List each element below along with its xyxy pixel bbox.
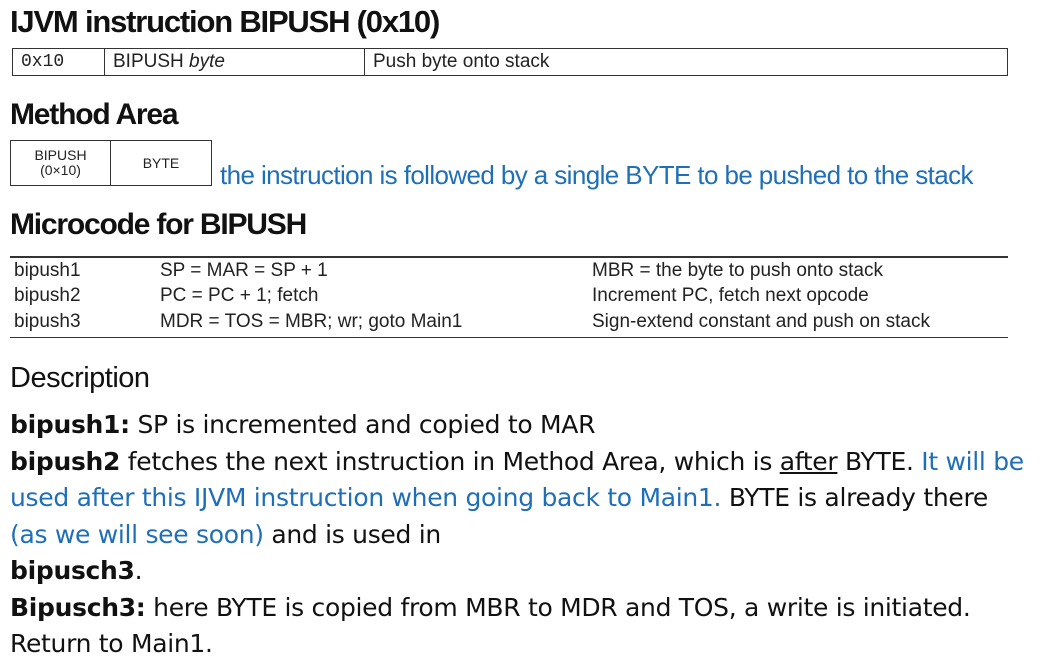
description-text: and is used in — [263, 519, 441, 549]
microcode-comment: Sign-extend constant and push on stack — [592, 311, 931, 332]
page-title: IJVM instruction BIPUSH (0x10) — [10, 4, 440, 39]
description-paragraph-1: bipush1: SP is incremented and copied to… — [10, 407, 1030, 444]
description-text: BYTE is already there — [721, 483, 988, 512]
description-text: . — [134, 556, 143, 585]
method-area-opcode-cell: BIPUSH (0×10) — [11, 141, 111, 185]
method-area-byte-cell: BYTE — [111, 141, 211, 185]
description-paragraph-3: Bipusch3: here BYTE is copied from MBR t… — [10, 590, 1030, 663]
description-text: BYTE. — [837, 446, 922, 476]
mnemonic: BIPUSH — [113, 51, 184, 72]
microcode-bottom-rule — [10, 337, 1008, 338]
microcode-heading: Microcode for BIPUSH — [10, 208, 307, 241]
step-label: bipush1: — [10, 410, 130, 439]
microcode-label: bipush2 — [14, 285, 81, 306]
description-text: fetches the next instruction in Method A… — [120, 446, 780, 476]
method-area-byte-label: BYTE — [142, 154, 180, 171]
microcode-row: bipush1 SP = MAR = SP + 1 MBR = the byte… — [14, 260, 1004, 285]
operand: byte — [189, 51, 225, 72]
microcode-top-rule — [10, 256, 1008, 258]
step-label: Bipusch3: — [10, 592, 146, 622]
method-area-opcode-value: (0×10) — [40, 162, 81, 178]
method-area-note: the instruction is followed by a single … — [220, 160, 974, 190]
step-label: bipush2 — [10, 446, 121, 476]
instruction-description-cell: Push byte onto stack — [373, 51, 550, 72]
microcode-operations: MDR = TOS = MBR; wr; goto Main1 — [160, 311, 463, 332]
description-body: bipush1: SP is incremented and copied to… — [10, 407, 1030, 663]
method-area-heading: Method Area — [10, 98, 179, 131]
description-heading: Description — [10, 362, 150, 394]
highlighted-text: (as we will see soon) — [10, 519, 264, 549]
opcode-cell: 0x10 — [13, 49, 105, 75]
instruction-table: 0x10 BIPUSH byte Push byte onto stack — [12, 48, 1008, 76]
description-paragraph-2: bipush2 fetches the next instruction in … — [10, 444, 1030, 590]
method-area-diagram: BIPUSH (0×10) BYTE — [10, 140, 212, 186]
microcode-comment: Increment PC, fetch next opcode — [592, 285, 869, 306]
microcode-label: bipush1 — [14, 260, 81, 281]
description-text: SP is incremented and copied to MAR — [129, 410, 596, 439]
microcode-row: bipush2 PC = PC + 1; fetch Increment PC,… — [14, 285, 1004, 310]
microcode-row: bipush3 MDR = TOS = MBR; wr; goto Main1 … — [14, 311, 1004, 336]
microcode-label: bipush3 — [14, 311, 81, 332]
underlined-word: after — [779, 446, 838, 476]
microcode-operations: PC = PC + 1; fetch — [160, 285, 319, 306]
mnemonic-cell: BIPUSH byte — [105, 49, 365, 75]
microcode-comment: MBR = the byte to push onto stack — [592, 260, 883, 281]
step-reference: bipusch3 — [10, 556, 135, 585]
microcode-operations: SP = MAR = SP + 1 — [160, 260, 328, 281]
description-text: here BYTE is copied from MBR to MDR and … — [10, 592, 971, 659]
method-area-opcode-label: BIPUSH — [34, 147, 87, 163]
